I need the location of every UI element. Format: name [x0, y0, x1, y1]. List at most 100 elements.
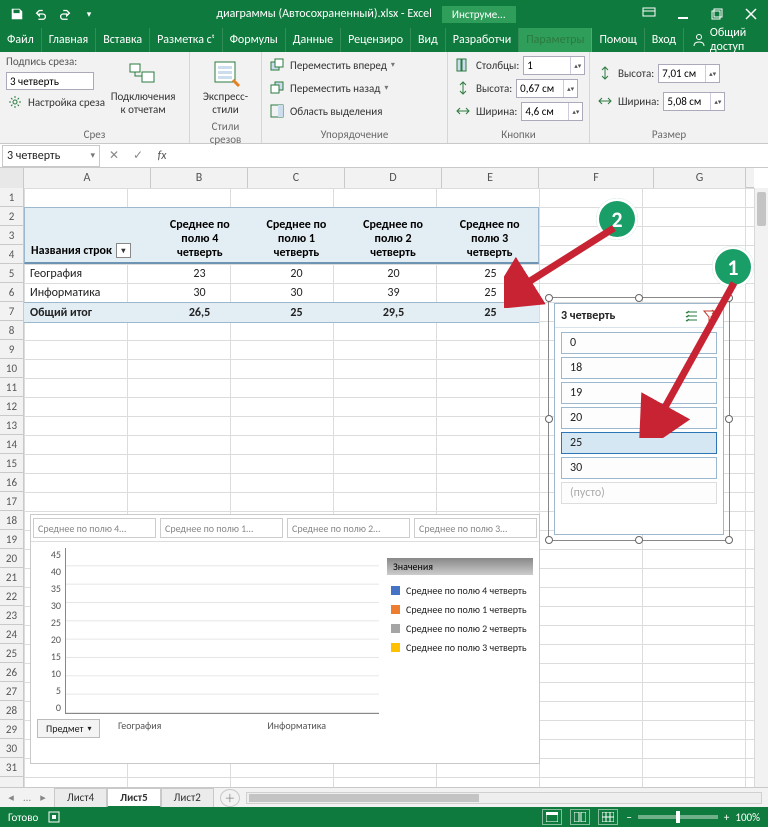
close-icon[interactable] — [734, 0, 768, 28]
chart-field-button[interactable]: Среднее по полю 4… — [33, 518, 156, 538]
row-header[interactable]: 24 — [0, 625, 23, 644]
row-header[interactable]: 21 — [0, 568, 23, 587]
columns-stepper[interactable]: ▴▾ — [523, 56, 585, 75]
tab-layout[interactable]: Разметка сᵗ — [150, 28, 222, 52]
row-header[interactable]: 13 — [0, 416, 23, 435]
vertical-scrollbar[interactable] — [754, 188, 768, 787]
tab-developer[interactable]: Разработчи — [446, 28, 519, 52]
slicer-item[interactable]: 0 — [561, 332, 717, 354]
bring-forward-button[interactable]: Переместить вперед▾ — [268, 55, 395, 75]
view-break-icon[interactable] — [598, 809, 618, 825]
row-header[interactable]: 17 — [0, 492, 23, 511]
slicer-item[interactable]: 30 — [561, 457, 717, 479]
btn-height-stepper[interactable]: ▴▾ — [516, 79, 578, 98]
slicer-item[interactable]: 25 — [561, 432, 717, 454]
row-header[interactable]: 7 — [0, 302, 23, 321]
row-header[interactable]: 31 — [0, 758, 23, 777]
row-header[interactable]: 11 — [0, 378, 23, 397]
sheet-nav[interactable]: ◂…▸ — [0, 791, 54, 804]
tab-home[interactable]: Главная — [42, 28, 96, 52]
restore-icon[interactable] — [700, 0, 734, 28]
row-header[interactable]: 3 — [0, 226, 23, 245]
scroll-thumb[interactable] — [757, 192, 766, 226]
zoom-track[interactable] — [638, 815, 718, 819]
ribbon-options-icon[interactable] — [632, 0, 666, 28]
report-connections-button[interactable]: Подключения к отчетам — [111, 55, 175, 118]
macro-record-icon[interactable] — [48, 811, 60, 823]
row-header[interactable]: 10 — [0, 359, 23, 378]
size-width-stepper[interactable]: ▴▾ — [663, 92, 725, 111]
name-box[interactable]: 3 четверть▾ — [2, 145, 100, 167]
row-header[interactable]: 2 — [0, 207, 23, 226]
pivot-chart[interactable]: Среднее по полю 4… Среднее по полю 1… Ср… — [30, 514, 540, 764]
sheet-tab[interactable]: Лист2 — [161, 788, 214, 808]
row-header[interactable]: 12 — [0, 397, 23, 416]
slicer-item[interactable]: 20 — [561, 407, 717, 429]
fx-icon[interactable]: fx — [150, 145, 174, 167]
row-header[interactable]: 20 — [0, 549, 23, 568]
row-header[interactable]: 14 — [0, 435, 23, 454]
slicer-item[interactable]: 19 — [561, 382, 717, 404]
zoom-control[interactable]: − + 100% — [626, 811, 760, 824]
sheet-tab[interactable]: Лист4 — [54, 788, 107, 808]
minimize-icon[interactable] — [666, 0, 700, 28]
tab-formulas[interactable]: Формулы — [223, 28, 286, 52]
row-header[interactable]: 23 — [0, 606, 23, 625]
size-width-input[interactable] — [664, 93, 710, 110]
qat-dropdown-icon[interactable]: ▾ — [78, 3, 100, 25]
row-header[interactable]: 18 — [0, 511, 23, 530]
size-height-stepper[interactable]: ▴▾ — [658, 64, 720, 83]
row-header[interactable]: 9 — [0, 340, 23, 359]
chart-field-button[interactable]: Среднее по полю 3… — [414, 518, 537, 538]
row-header[interactable]: 28 — [0, 701, 23, 720]
grid[interactable]: Названия строк▾ Среднее по полю 4 четвер… — [24, 188, 754, 787]
share-button[interactable]: Общий доступ — [684, 28, 768, 52]
column-header[interactable]: A — [24, 168, 151, 188]
scroll-thumb[interactable] — [249, 794, 479, 802]
selection-pane-button[interactable]: Область выделения — [268, 101, 382, 121]
row-header[interactable]: 26 — [0, 663, 23, 682]
select-all-corner[interactable] — [0, 168, 24, 188]
slicer-caption-input[interactable] — [6, 72, 94, 90]
row-header[interactable]: 4 — [0, 245, 23, 264]
btn-width-stepper[interactable]: ▴▾ — [521, 102, 583, 121]
column-header[interactable]: C — [248, 168, 345, 188]
column-header[interactable]: D — [345, 168, 442, 188]
redo-icon[interactable] — [54, 3, 76, 25]
row-header[interactable]: 16 — [0, 473, 23, 492]
size-height-input[interactable] — [659, 65, 705, 82]
view-layout-icon[interactable] — [570, 809, 590, 825]
tab-review[interactable]: Рецензиро — [341, 28, 411, 52]
chart-filter-button[interactable]: Предмет▾ — [37, 719, 100, 738]
clear-filter-icon[interactable] — [703, 309, 717, 323]
horizontal-scrollbar[interactable] — [246, 792, 762, 804]
row-header[interactable]: 1 — [0, 188, 23, 207]
undo-icon[interactable] — [30, 3, 52, 25]
row-header[interactable]: 5 — [0, 264, 23, 283]
chart-field-button[interactable]: Среднее по полю 2… — [287, 518, 410, 538]
multiselect-icon[interactable] — [685, 309, 699, 323]
column-header[interactable]: F — [539, 168, 654, 188]
column-header[interactable]: E — [442, 168, 539, 188]
tab-help[interactable]: Помощ — [592, 28, 644, 52]
btn-width-input[interactable] — [522, 103, 568, 120]
column-header[interactable]: G — [654, 168, 746, 188]
chart-field-button[interactable]: Среднее по полю 1… — [160, 518, 283, 538]
accept-formula-icon[interactable]: ✓ — [126, 145, 150, 167]
tab-file[interactable]: Файл — [0, 28, 42, 52]
zoom-label[interactable]: 100% — [735, 811, 760, 824]
columns-input[interactable] — [524, 57, 570, 74]
zoom-out-icon[interactable]: − — [626, 811, 631, 824]
btn-height-input[interactable] — [517, 80, 563, 97]
tab-data[interactable]: Данные — [286, 28, 341, 52]
slicer-pane[interactable]: 3 четверть 01819202530(пусто) — [554, 303, 724, 535]
column-header[interactable]: B — [151, 168, 248, 188]
tab-options[interactable]: Параметры — [519, 28, 592, 52]
view-normal-icon[interactable] — [542, 809, 562, 825]
row-header[interactable]: 30 — [0, 739, 23, 758]
slicer-item-empty[interactable]: (пусто) — [561, 482, 717, 504]
sheet-tab[interactable]: Лист5 — [107, 788, 161, 808]
add-sheet-button[interactable]: ＋ — [220, 789, 240, 807]
send-backward-button[interactable]: Переместить назад▾ — [268, 78, 388, 98]
tab-insert[interactable]: Вставка — [96, 28, 150, 52]
